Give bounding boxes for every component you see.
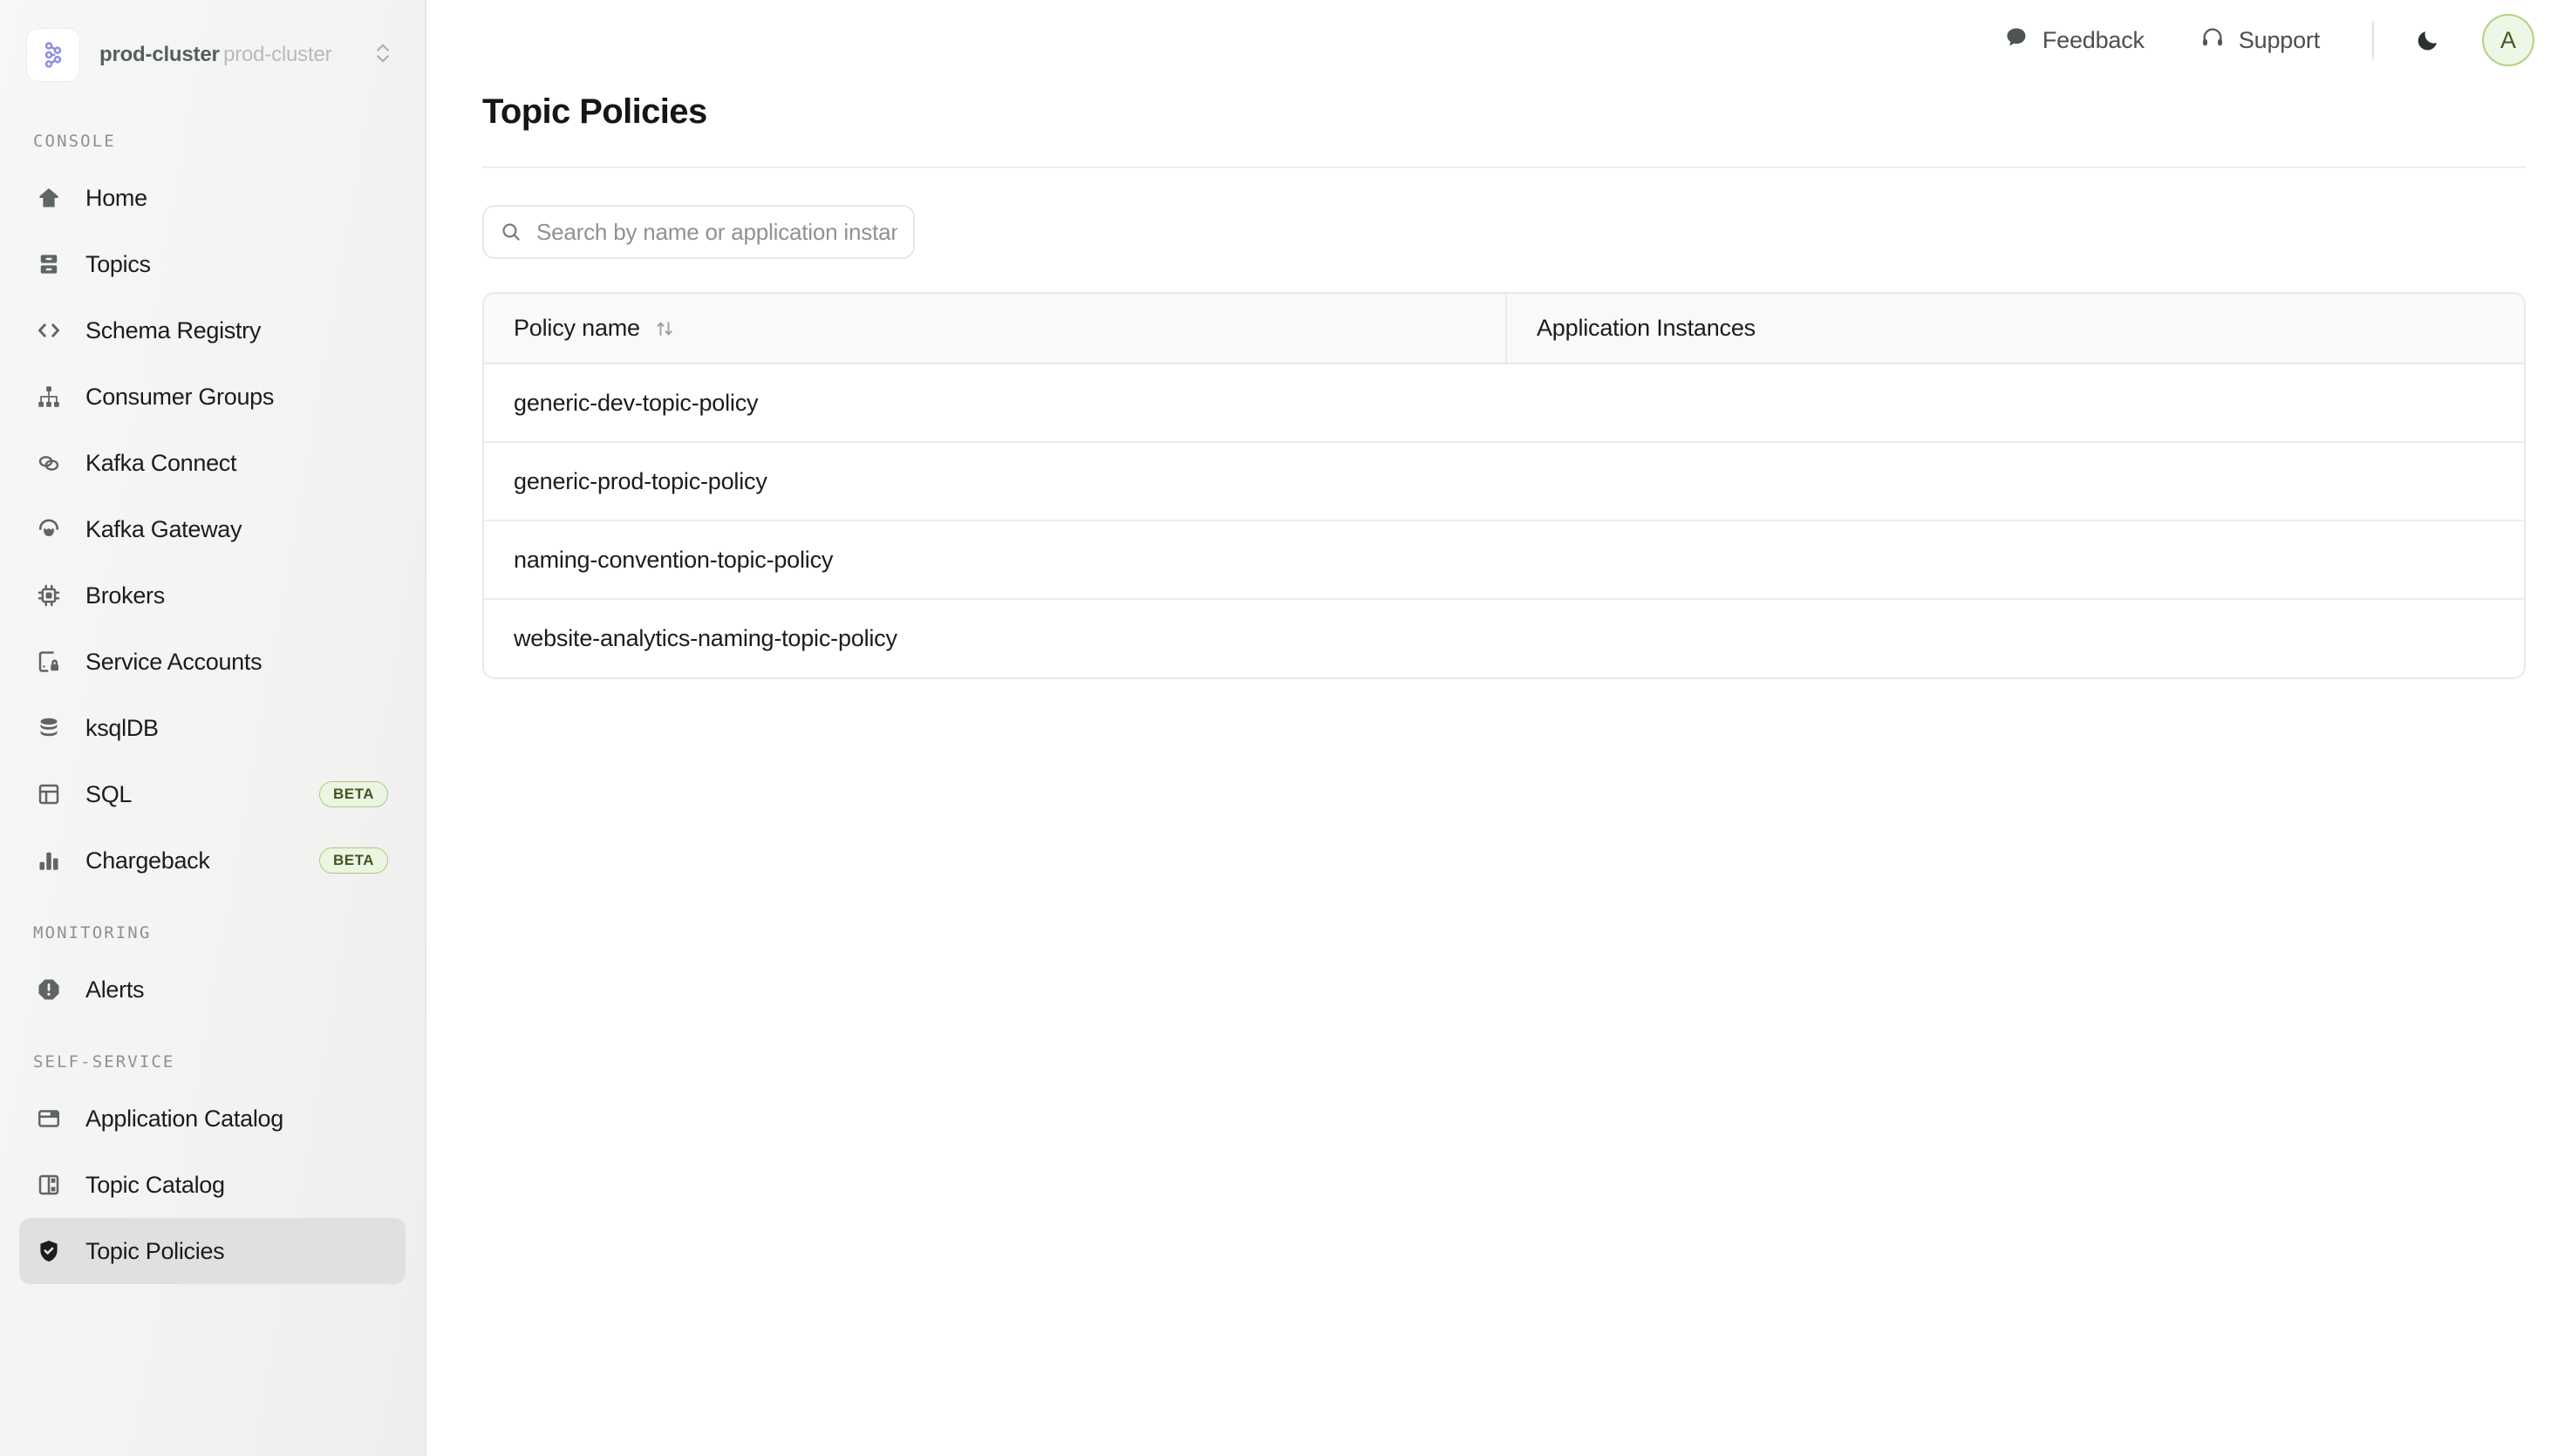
title-divider bbox=[482, 167, 2526, 168]
sidebar-item-topic-policies[interactable]: Topic Policies bbox=[19, 1218, 406, 1284]
code-brackets-icon bbox=[33, 315, 65, 346]
policies-table-card: Policy name Application Instances generi… bbox=[482, 292, 2526, 679]
avatar[interactable]: A bbox=[2482, 14, 2534, 66]
feedback-button[interactable]: Feedback bbox=[1988, 17, 2160, 65]
table-body: generic-dev-topic-policy generic-prod-top… bbox=[484, 364, 2524, 677]
application-instances-header-label: Application Instances bbox=[1537, 315, 1756, 341]
search-box[interactable] bbox=[482, 205, 915, 259]
cell-policy-name: generic-dev-topic-policy bbox=[484, 364, 1506, 443]
chevron-up-down-icon[interactable] bbox=[372, 38, 395, 72]
beta-badge: BETA bbox=[318, 781, 388, 807]
cell-application-instances bbox=[1506, 442, 2524, 521]
card-lock-icon bbox=[33, 646, 65, 677]
sidebar-item-label: Topic Catalog bbox=[85, 1171, 225, 1198]
sidebar-item-chargeback[interactable]: Chargeback BETA bbox=[19, 827, 406, 894]
main-area: Feedback Support A Topic Policies Search… bbox=[426, 0, 2571, 1456]
table-grid-icon bbox=[33, 779, 65, 810]
sidebar-item-label: Kafka Gateway bbox=[85, 515, 242, 542]
sidebar: prod-cluster prod-cluster CONSOLE Home Top… bbox=[0, 0, 426, 1456]
cluster-text: prod-cluster prod-cluster bbox=[99, 42, 372, 69]
page-title: Topic Policies bbox=[482, 92, 707, 131]
sort-arrows-icon[interactable] bbox=[654, 318, 675, 339]
sidebar-item-application-catalog[interactable]: Application Catalog bbox=[19, 1085, 406, 1152]
table-row[interactable]: naming-convention-topic-policy bbox=[484, 520, 2524, 600]
sidebar-item-label: Alerts bbox=[85, 976, 145, 1003]
shield-check-icon bbox=[33, 1235, 65, 1267]
cell-policy-name: naming-convention-topic-policy bbox=[484, 520, 1506, 600]
table-header-row: Policy name Application Instances bbox=[484, 294, 2524, 364]
cell-application-instances bbox=[1506, 599, 2524, 677]
sidebar-nav: CONSOLE Home Topics Schema Registry Consumer… bbox=[19, 95, 406, 1284]
sidebar-item-label: Kafka Connect bbox=[85, 449, 237, 476]
sidebar-item-sql[interactable]: SQL BETA bbox=[19, 761, 406, 827]
moon-icon[interactable] bbox=[2404, 16, 2452, 65]
cluster-selector[interactable]: prod-cluster prod-cluster bbox=[19, 15, 406, 95]
app-root: prod-cluster prod-cluster CONSOLE Home Top… bbox=[0, 0, 2571, 1456]
gateway-plug-icon bbox=[33, 514, 65, 545]
cell-application-instances bbox=[1506, 520, 2524, 600]
sidebar-item-service-accounts[interactable]: Service Accounts bbox=[19, 629, 406, 695]
sidebar-item-ksqldb[interactable]: ksqlDB bbox=[19, 695, 406, 761]
sidebar-item-label: Application Catalog bbox=[85, 1105, 283, 1132]
beta-badge: BETA bbox=[318, 847, 388, 874]
sidebar-item-topic-catalog[interactable]: Topic Catalog bbox=[19, 1152, 406, 1218]
table-head: Policy name Application Instances bbox=[484, 294, 2524, 364]
cluster-subtitle: prod-cluster bbox=[223, 42, 332, 66]
column-header-policy-name[interactable]: Policy name bbox=[484, 294, 1506, 364]
bar-chart-icon bbox=[33, 845, 65, 876]
sidebar-item-topics[interactable]: Topics bbox=[19, 231, 406, 297]
cell-policy-name: generic-prod-topic-policy bbox=[484, 442, 1506, 521]
database-icon bbox=[33, 712, 65, 744]
sidebar-item-kafka-gateway[interactable]: Kafka Gateway bbox=[19, 496, 406, 562]
sidebar-item-label: ksqlDB bbox=[85, 714, 159, 741]
nav-section-label: MONITORING bbox=[33, 923, 152, 942]
support-button[interactable]: Support bbox=[2185, 17, 2336, 65]
sidebar-item-kafka-connect[interactable]: Kafka Connect bbox=[19, 430, 406, 496]
sidebar-item-label: Consumer Groups bbox=[85, 383, 275, 410]
window-catalog-icon bbox=[33, 1103, 65, 1134]
sidebar-item-brokers[interactable]: Brokers bbox=[19, 562, 406, 629]
policy-name-header-label: Policy name bbox=[514, 315, 640, 341]
chat-bubble-icon bbox=[2004, 25, 2029, 56]
cell-application-instances bbox=[1506, 364, 2524, 443]
cell-policy-name: website-analytics-naming-topic-policy bbox=[514, 625, 897, 651]
headphones-icon bbox=[2200, 25, 2225, 56]
sidebar-item-alerts[interactable]: Alerts bbox=[19, 956, 406, 1023]
nav-section-label: SELF-SERVICE bbox=[33, 1052, 175, 1072]
sidebar-item-label: Home bbox=[85, 184, 147, 211]
link-chain-icon bbox=[33, 447, 65, 479]
cluster-name: prod-cluster bbox=[99, 42, 220, 66]
table-row[interactable]: generic-dev-topic-policy bbox=[484, 364, 2524, 443]
search-input[interactable] bbox=[536, 218, 897, 246]
sidebar-item-label: Topic Policies bbox=[85, 1237, 225, 1264]
home-icon bbox=[33, 182, 65, 214]
sidebar-item-label: Schema Registry bbox=[85, 316, 262, 344]
sidebar-item-label: Brokers bbox=[85, 582, 165, 609]
avatar-initial: A bbox=[2499, 26, 2516, 53]
support-label: Support bbox=[2238, 26, 2320, 53]
hierarchy-icon bbox=[33, 381, 65, 412]
page-content: Topic Policies Policy nam bbox=[426, 80, 2571, 679]
feedback-label: Feedback bbox=[2042, 26, 2145, 53]
alert-octagon-icon bbox=[33, 974, 65, 1005]
table-row[interactable]: generic-prod-topic-policy bbox=[484, 442, 2524, 521]
policies-table: Policy name Application Instances generi… bbox=[484, 294, 2524, 677]
sidebar-item-schema-registry[interactable]: Schema Registry bbox=[19, 297, 406, 364]
sidebar-item-label: SQL bbox=[85, 780, 133, 807]
sidebar-item-label: Topics bbox=[85, 250, 151, 277]
nav-section-label: CONSOLE bbox=[33, 132, 116, 151]
layout-panels-icon bbox=[33, 1169, 65, 1201]
cpu-chip-icon bbox=[33, 580, 65, 611]
table-row[interactable]: website-analytics-naming-topic-policy bbox=[484, 599, 2524, 677]
topics-icon bbox=[33, 248, 65, 280]
sidebar-item-consumer-groups[interactable]: Consumer Groups bbox=[19, 364, 406, 430]
column-header-application-instances[interactable]: Application Instances bbox=[1505, 294, 2524, 364]
top-bar: Feedback Support A bbox=[426, 0, 2571, 80]
kafka-logo-icon bbox=[26, 28, 80, 82]
search-icon bbox=[500, 221, 524, 243]
topbar-divider bbox=[2372, 21, 2374, 59]
sidebar-item-home[interactable]: Home bbox=[19, 165, 406, 231]
sidebar-item-label: Chargeback bbox=[85, 847, 210, 874]
sidebar-item-label: Service Accounts bbox=[85, 648, 263, 675]
